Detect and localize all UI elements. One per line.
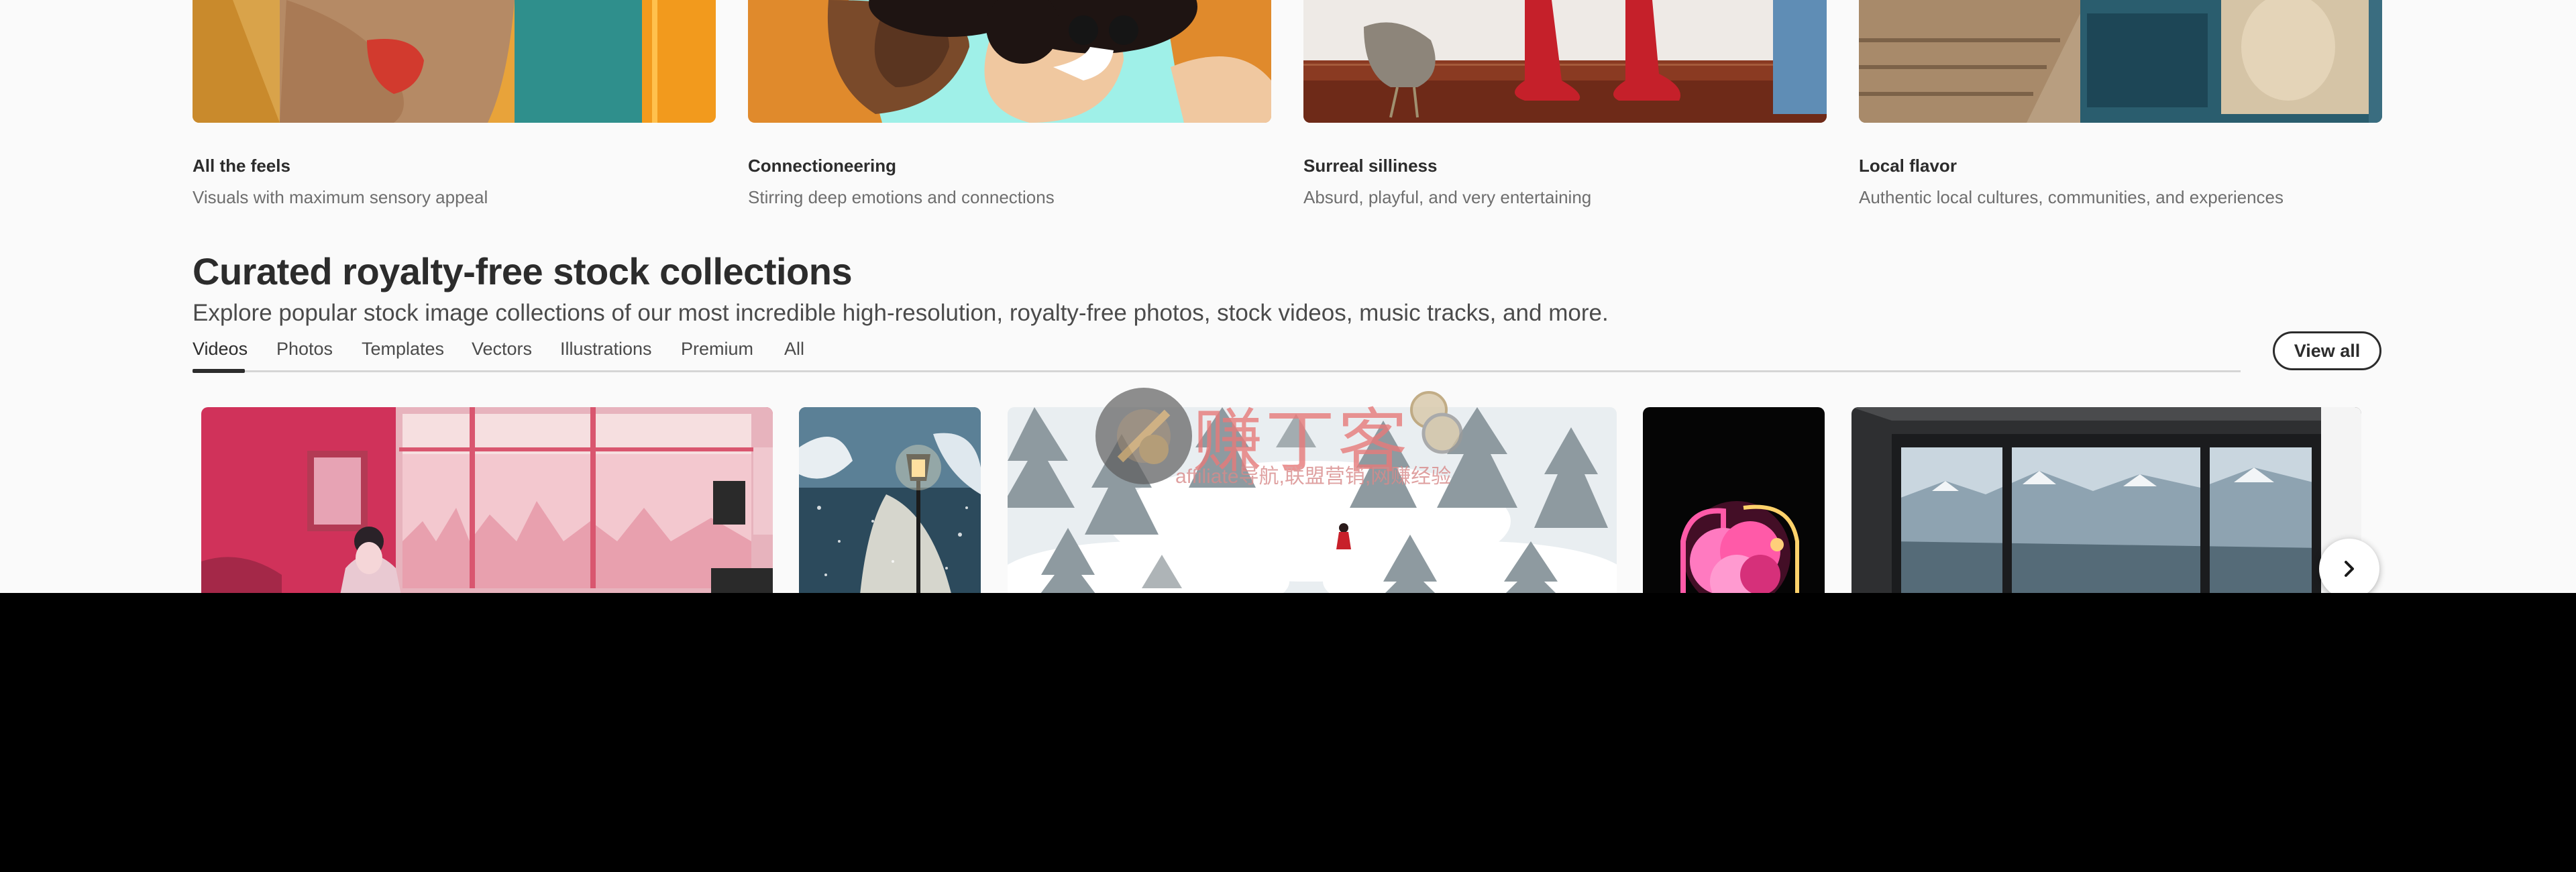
feature-card-description: Authentic local cultures, communities, a… xyxy=(1859,187,2284,207)
collection-thumbnail[interactable] xyxy=(1851,407,2361,593)
feature-card-image[interactable] xyxy=(748,0,1271,123)
collection-thumbnail[interactable] xyxy=(201,407,773,593)
feature-card-title[interactable]: Local flavor xyxy=(1859,156,1957,176)
feature-card-title[interactable]: Connectioneering xyxy=(748,156,896,176)
watermark-tagline: affiliate导航,联盟营销,网赚经验 xyxy=(1175,466,1452,488)
feature-card-image[interactable] xyxy=(193,0,716,123)
tabs-divider xyxy=(193,370,2241,372)
collection-thumbnail[interactable] xyxy=(799,407,981,593)
feature-card-description: Visuals with maximum sensory appeal xyxy=(193,187,488,207)
active-tab-indicator xyxy=(193,369,245,373)
tab-templates[interactable]: Templates xyxy=(362,339,444,360)
feature-card-title[interactable]: Surreal silliness xyxy=(1303,156,1437,176)
section-heading: Curated royalty-free stock collections xyxy=(193,250,853,292)
view-all-button[interactable]: View all xyxy=(2273,331,2381,370)
feature-card-image[interactable] xyxy=(1303,0,1827,123)
chevron-right-icon xyxy=(2345,561,2354,577)
feature-card-description: Stirring deep emotions and connections xyxy=(748,187,1055,207)
feature-card-title[interactable]: All the feels xyxy=(193,156,290,176)
collection-thumbnail[interactable] xyxy=(1643,407,1825,593)
watermark-overlay: 赚丁客 affiliate导航,联盟营销,网赚经验 xyxy=(1093,384,1483,492)
feature-card-description: Absurd, playful, and very entertaining xyxy=(1303,187,1592,207)
tab-videos[interactable]: Videos xyxy=(193,339,248,360)
page: All the feels Visuals with maximum senso… xyxy=(0,0,2576,593)
coin-icon xyxy=(1410,391,1463,454)
tab-premium[interactable]: Premium xyxy=(681,339,753,360)
feature-card-image[interactable] xyxy=(1859,0,2382,123)
tab-all[interactable]: All xyxy=(784,339,804,360)
tab-vectors[interactable]: Vectors xyxy=(472,339,532,360)
tab-photos[interactable]: Photos xyxy=(276,339,333,360)
section-subheading: Explore popular stock image collections … xyxy=(193,300,1609,326)
tab-illustrations[interactable]: Illustrations xyxy=(560,339,652,360)
collection-tabs: Videos Photos Templates Vectors Illustra… xyxy=(193,339,2241,374)
carousel-next-button[interactable] xyxy=(2319,539,2379,593)
